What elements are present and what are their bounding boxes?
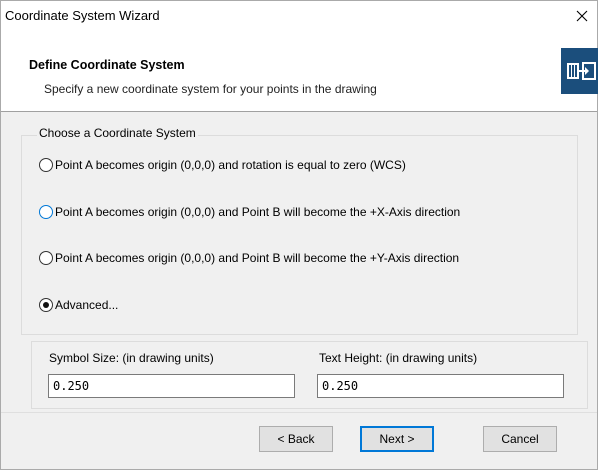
wizard-footer: < Back Next > Cancel (1, 412, 597, 469)
group-legend: Choose a Coordinate System (37, 126, 198, 140)
window-title: Coordinate System Wizard (5, 8, 160, 23)
radio-option-wcs[interactable]: Point A becomes origin (0,0,0) and rotat… (39, 156, 406, 174)
close-icon (576, 10, 588, 22)
close-button[interactable] (567, 1, 597, 31)
wizard-header: Define Coordinate System Specify a new c… (1, 31, 597, 105)
radio-advanced-label: Advanced... (55, 298, 119, 312)
back-button[interactable]: < Back (259, 426, 333, 452)
wizard-body: Choose a Coordinate System Point A becom… (1, 112, 597, 412)
text-height-label: Text Height: (in drawing units) (319, 351, 478, 365)
radio-option-y-axis[interactable]: Point A becomes origin (0,0,0) and Point… (39, 249, 459, 267)
radio-x-axis-icon[interactable] (39, 205, 53, 219)
page-title: Define Coordinate System (29, 58, 185, 72)
text-height-input[interactable] (317, 374, 564, 398)
coordinate-system-wizard-icon (561, 48, 598, 94)
wizard-window: Coordinate System Wizard Define Coordina… (0, 0, 598, 470)
radio-wcs-icon[interactable] (39, 158, 53, 172)
radio-x-axis-label: Point A becomes origin (0,0,0) and Point… (55, 205, 461, 219)
radio-selected-dot (43, 302, 49, 308)
radio-option-x-axis[interactable]: Point A becomes origin (0,0,0) and Point… (39, 203, 460, 221)
title-bar: Coordinate System Wizard (1, 1, 597, 31)
cancel-button[interactable]: Cancel (483, 426, 557, 452)
symbol-size-label: Symbol Size: (in drawing units) (49, 351, 214, 365)
radio-advanced-icon[interactable] (39, 298, 53, 312)
radio-option-advanced[interactable]: Advanced... (39, 296, 118, 314)
page-subtitle: Specify a new coordinate system for your… (44, 82, 377, 96)
radio-wcs-label: Point A becomes origin (0,0,0) and rotat… (55, 158, 406, 172)
radio-y-axis-label: Point A becomes origin (0,0,0) and Point… (55, 251, 460, 265)
radio-y-axis-icon[interactable] (39, 251, 53, 265)
symbol-size-input[interactable] (48, 374, 295, 398)
next-button[interactable]: Next > (360, 426, 434, 452)
